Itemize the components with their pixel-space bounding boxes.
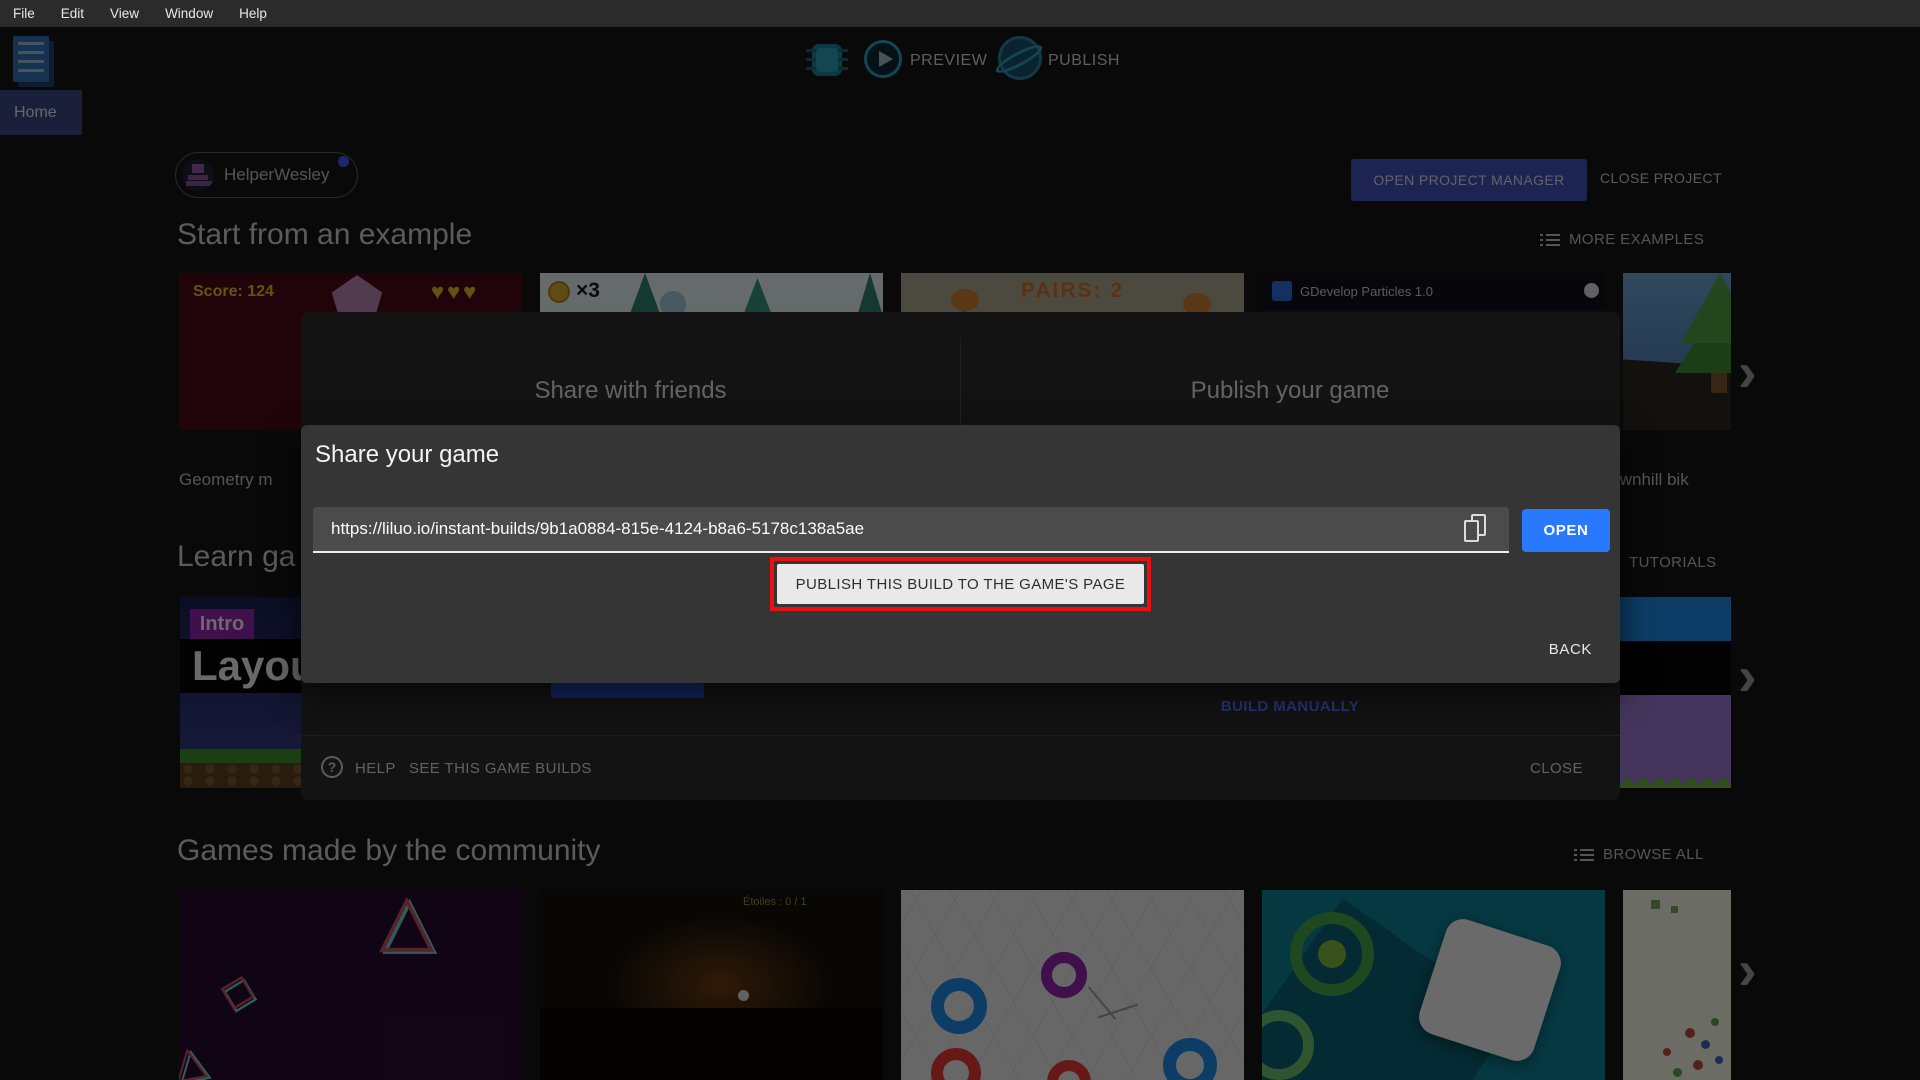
copy-icon[interactable]: [1463, 514, 1489, 546]
menu-view[interactable]: View: [97, 0, 152, 27]
share-url-field: [313, 507, 1509, 553]
gdevelop-window: File Edit View Window Help PREVIEW PUBLI…: [0, 0, 1920, 1080]
menu-help[interactable]: Help: [226, 0, 280, 27]
menu-edit[interactable]: Edit: [48, 0, 97, 27]
back-button[interactable]: BACK: [1532, 641, 1592, 658]
publish-build-button[interactable]: PUBLISH THIS BUILD TO THE GAME'S PAGE: [777, 564, 1144, 604]
annotation-highlight: PUBLISH THIS BUILD TO THE GAME'S PAGE: [770, 557, 1151, 611]
menu-window[interactable]: Window: [152, 0, 226, 27]
share-url-input[interactable]: [313, 507, 1461, 551]
open-link-button[interactable]: OPEN: [1522, 509, 1610, 552]
share-your-game-card: Share your game OPEN PUBLISH THIS BUILD …: [301, 425, 1620, 683]
menubar: File Edit View Window Help: [0, 0, 1920, 27]
menu-file[interactable]: File: [0, 0, 48, 27]
card-title: Share your game: [315, 441, 500, 468]
